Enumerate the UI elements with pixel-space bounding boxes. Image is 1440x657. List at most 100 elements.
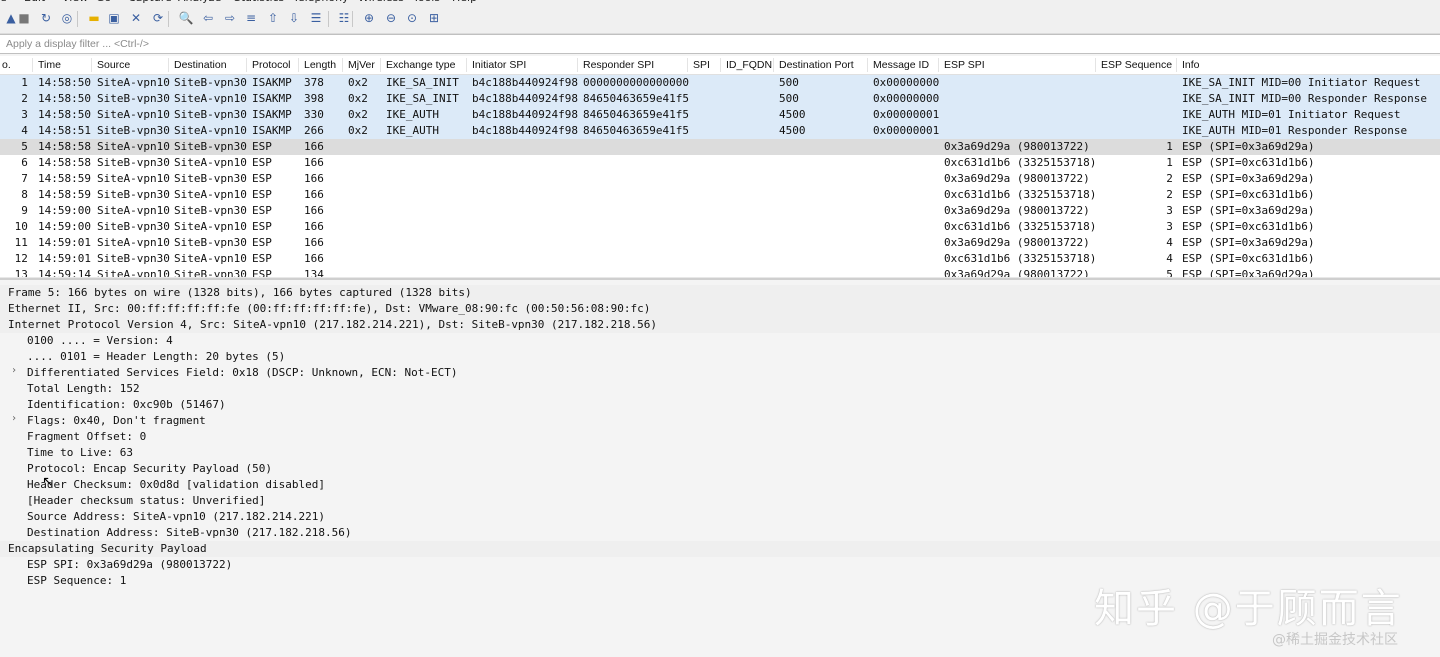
column-header[interactable]: Protocol [252, 59, 291, 71]
detail-line[interactable]: Header Checksum: 0x0d8d [validation disa… [0, 477, 1440, 493]
packet-cell-no: 5 [21, 140, 28, 153]
packet-row[interactable]: 1 14:58:50 SiteA-vpn10 SiteB-vpn30 ISAKMP 378… [0, 75, 1440, 91]
menu-item[interactable]: View [62, 0, 88, 4]
detail-line[interactable]: Frame 5: 166 bytes on wire (1328 bits), … [0, 285, 1440, 301]
column-header[interactable]: ID_FQDN [726, 59, 772, 71]
packet-row[interactable]: 8 14:58:59 SiteB-vpn30 SiteA-vpn10 ESP 166 0xc… [0, 187, 1440, 203]
zoom-in-icon[interactable]: ⊕ [360, 9, 378, 27]
packet-row[interactable]: 5 14:58:58 SiteA-vpn10 SiteB-vpn30 ESP 166 0x3… [0, 139, 1440, 155]
column-separator[interactable] [867, 58, 868, 72]
column-header[interactable]: Time [38, 59, 61, 71]
column-separator[interactable] [342, 58, 343, 72]
column-separator[interactable] [466, 58, 467, 72]
column-header[interactable]: Length [304, 59, 336, 71]
go-back-icon[interactable]: ⇦ [199, 9, 217, 27]
menu-item[interactable]: Capture [128, 0, 172, 4]
detail-line[interactable]: Identification: 0xc90b (51467) [0, 397, 1440, 413]
reload-file-icon[interactable]: ⟳ [149, 9, 167, 27]
detail-line[interactable]: › Differentiated Services Field: 0x18 (DS… [0, 365, 1440, 381]
colorize-icon[interactable]: ☷ [335, 9, 353, 27]
go-last-icon[interactable]: ⇩ [285, 9, 303, 27]
detail-line[interactable]: Encapsulating Security Payload [0, 541, 1440, 557]
column-separator[interactable] [380, 58, 381, 72]
column-header[interactable]: Message ID [873, 59, 929, 71]
detail-line[interactable]: Protocol: Encap Security Payload (50) [0, 461, 1440, 477]
find-packet-icon[interactable]: 🔍 [177, 9, 195, 27]
packet-row[interactable]: 6 14:58:58 SiteB-vpn30 SiteA-vpn10 ESP 166 0xc… [0, 155, 1440, 171]
detail-line[interactable]: ESP SPI: 0x3a69d29a (980013722) [0, 557, 1440, 573]
resize-columns-icon[interactable]: ⊞ [425, 9, 443, 27]
column-separator[interactable] [1095, 58, 1096, 72]
packet-cell-info: ESP (SPI=0x3a69d29a) [1182, 236, 1315, 249]
stop-capture-icon[interactable]: ■ [15, 9, 33, 27]
detail-line[interactable]: 0100 .... = Version: 4 [0, 333, 1440, 349]
column-separator[interactable] [773, 58, 774, 72]
go-first-icon[interactable]: ⇧ [264, 9, 282, 27]
column-header[interactable]: Destination [174, 59, 227, 71]
detail-line[interactable]: Ethernet II, Src: 00:ff:ff:ff:ff:fe (00:… [0, 301, 1440, 317]
menu-item[interactable]: e [0, 0, 7, 4]
restart-capture-icon[interactable]: ↻ [37, 9, 55, 27]
detail-line[interactable]: › Flags: 0x40, Don't fragment [0, 413, 1440, 429]
detail-line[interactable]: [Header checksum status: Unverified] [0, 493, 1440, 509]
column-header[interactable]: Exchange type [386, 59, 455, 71]
detail-line[interactable]: Internet Protocol Version 4, Src: SiteA-… [0, 317, 1440, 333]
menu-item[interactable]: Analyze [178, 0, 221, 4]
menu-item[interactable]: Tools [413, 0, 440, 4]
go-to-packet-icon[interactable]: ≡ [242, 9, 260, 27]
column-separator[interactable] [577, 58, 578, 72]
menu-item[interactable]: Statistics [234, 0, 284, 4]
pane-splitter[interactable] [0, 277, 1440, 280]
packet-row[interactable]: 10 14:59:00 SiteB-vpn30 SiteA-vpn10 ESP 166 0x… [0, 219, 1440, 235]
detail-line[interactable]: Source Address: SiteA-vpn10 (217.182.214… [0, 509, 1440, 525]
column-separator[interactable] [298, 58, 299, 72]
open-file-icon[interactable]: ▬ [85, 9, 103, 27]
packet-row[interactable]: 7 14:58:59 SiteA-vpn10 SiteB-vpn30 ESP 166 0x3… [0, 171, 1440, 187]
column-separator[interactable] [1176, 58, 1177, 72]
detail-line[interactable]: Time to Live: 63 [0, 445, 1440, 461]
capture-options-icon[interactable]: ◎ [58, 9, 76, 27]
column-header[interactable]: ESP Sequence [1101, 59, 1172, 71]
column-separator[interactable] [687, 58, 688, 72]
packet-row[interactable]: 11 14:59:01 SiteA-vpn10 SiteB-vpn30 ESP 166 0x… [0, 235, 1440, 251]
packet-row[interactable]: 2 14:58:50 SiteB-vpn30 SiteA-vpn10 ISAKMP 398… [0, 91, 1440, 107]
detail-line[interactable]: Destination Address: SiteB-vpn30 (217.18… [0, 525, 1440, 541]
menu-item[interactable]: Edit [24, 0, 45, 4]
column-separator[interactable] [168, 58, 169, 72]
packet-row[interactable]: 12 14:59:01 SiteB-vpn30 SiteA-vpn10 ESP 166 0x… [0, 251, 1440, 267]
menu-item[interactable]: Wireless [358, 0, 404, 4]
column-header[interactable]: SPI [693, 59, 710, 71]
zoom-out-icon[interactable]: ⊖ [382, 9, 400, 27]
detail-line[interactable]: Total Length: 152 [0, 381, 1440, 397]
column-header[interactable]: Destination Port [779, 59, 854, 71]
column-header[interactable]: Info [1182, 59, 1200, 71]
autoscroll-icon[interactable]: ☰ [307, 9, 325, 27]
go-forward-icon[interactable]: ⇨ [221, 9, 239, 27]
column-separator[interactable] [938, 58, 939, 72]
menu-item[interactable]: Telephony [293, 0, 349, 4]
menu-item[interactable]: Go [96, 0, 111, 4]
column-header[interactable]: Initiator SPI [472, 59, 526, 71]
column-header[interactable]: o. [2, 59, 11, 71]
column-separator[interactable] [32, 58, 33, 72]
column-separator[interactable] [720, 58, 721, 72]
zoom-normal-icon[interactable]: ⊙ [403, 9, 421, 27]
column-separator[interactable] [246, 58, 247, 72]
detail-line[interactable]: .... 0101 = Header Length: 20 bytes (5) [0, 349, 1440, 365]
column-header[interactable]: Source [97, 59, 130, 71]
column-separator[interactable] [91, 58, 92, 72]
close-file-icon[interactable]: ✕ [127, 9, 145, 27]
packet-row[interactable]: 9 14:59:00 SiteA-vpn10 SiteB-vpn30 ESP 166 0x3… [0, 203, 1440, 219]
column-header[interactable]: MjVer [348, 59, 375, 71]
column-header[interactable]: Responder SPI [583, 59, 654, 71]
display-filter-input[interactable] [2, 35, 1440, 52]
packet-row[interactable]: 4 14:58:51 SiteB-vpn30 SiteA-vpn10 ISAKMP 266… [0, 123, 1440, 139]
menu-item[interactable]: Help [452, 0, 477, 4]
expand-arrow-icon[interactable]: › [11, 413, 17, 424]
save-file-icon[interactable]: ▣ [105, 9, 123, 27]
column-header[interactable]: ESP SPI [944, 59, 985, 71]
expand-arrow-icon[interactable]: › [11, 365, 17, 376]
packet-row[interactable]: 3 14:58:50 SiteA-vpn10 SiteB-vpn30 ISAKMP 330… [0, 107, 1440, 123]
detail-line[interactable]: Fragment Offset: 0 [0, 429, 1440, 445]
packet-cell-espspi: 0x3a69d29a (980013722) [944, 236, 1090, 249]
